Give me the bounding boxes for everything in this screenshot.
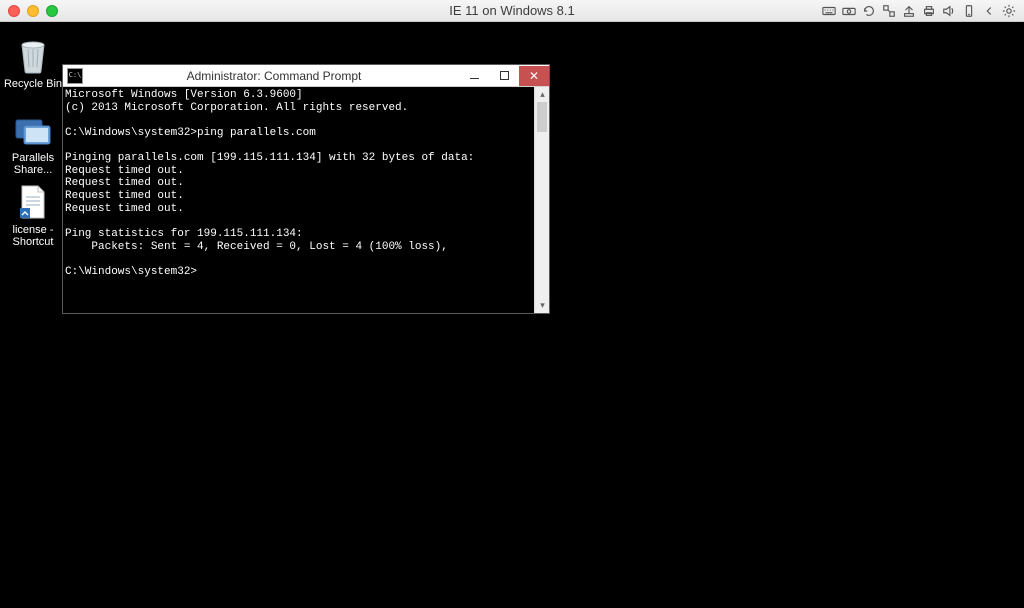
command-prompt-window[interactable]: Administrator: Command Prompt ✕ Microsof…: [62, 64, 550, 314]
gear-icon[interactable]: [1002, 4, 1016, 18]
minimize-icon[interactable]: [27, 5, 39, 17]
printer-icon[interactable]: [922, 4, 936, 18]
close-icon[interactable]: [8, 5, 20, 17]
collapse-icon[interactable]: [982, 4, 996, 18]
window-buttons: ✕: [459, 66, 549, 86]
scroll-thumb[interactable]: [537, 102, 547, 132]
guest-desktop[interactable]: Recycle Bin Parallels Share... license -…: [0, 22, 1024, 608]
share-icon[interactable]: [902, 4, 916, 18]
scrollbar[interactable]: ▴ ▾: [534, 87, 549, 313]
command-prompt-titlebar[interactable]: Administrator: Command Prompt ✕: [63, 65, 549, 87]
minimize-button[interactable]: [459, 66, 489, 86]
file-icon: [13, 182, 53, 222]
device-icon[interactable]: [962, 4, 976, 18]
maximize-button[interactable]: [489, 66, 519, 86]
recycle-bin-icon: [13, 36, 53, 76]
parallels-share-icon: [13, 110, 53, 150]
refresh-icon[interactable]: [862, 4, 876, 18]
system-menu-icon[interactable]: [67, 68, 83, 84]
scroll-down-icon[interactable]: ▾: [535, 298, 550, 313]
recycle-bin[interactable]: Recycle Bin: [0, 36, 66, 90]
parallels-toolbar: [822, 4, 1016, 18]
zoom-icon[interactable]: [46, 5, 58, 17]
camera-icon[interactable]: [842, 4, 856, 18]
icon-label: Recycle Bin: [4, 78, 62, 90]
scroll-up-icon[interactable]: ▴: [535, 87, 550, 102]
parallels-share[interactable]: Parallels Share...: [0, 110, 66, 176]
coherence-icon[interactable]: [882, 4, 896, 18]
license-shortcut[interactable]: license - Shortcut: [0, 182, 66, 248]
host-titlebar: IE 11 on Windows 8.1: [0, 0, 1024, 22]
icon-label: license - Shortcut: [0, 224, 66, 248]
traffic-lights: [8, 5, 58, 17]
command-prompt-client: Microsoft Windows [Version 6.3.9600] (c)…: [63, 87, 549, 313]
terminal-output[interactable]: Microsoft Windows [Version 6.3.9600] (c)…: [63, 87, 534, 313]
window-caption: Administrator: Command Prompt: [89, 69, 459, 83]
sound-icon[interactable]: [942, 4, 956, 18]
icon-label: Parallels Share...: [0, 152, 66, 176]
keyboard-icon[interactable]: [822, 4, 836, 18]
close-button[interactable]: ✕: [519, 66, 549, 86]
